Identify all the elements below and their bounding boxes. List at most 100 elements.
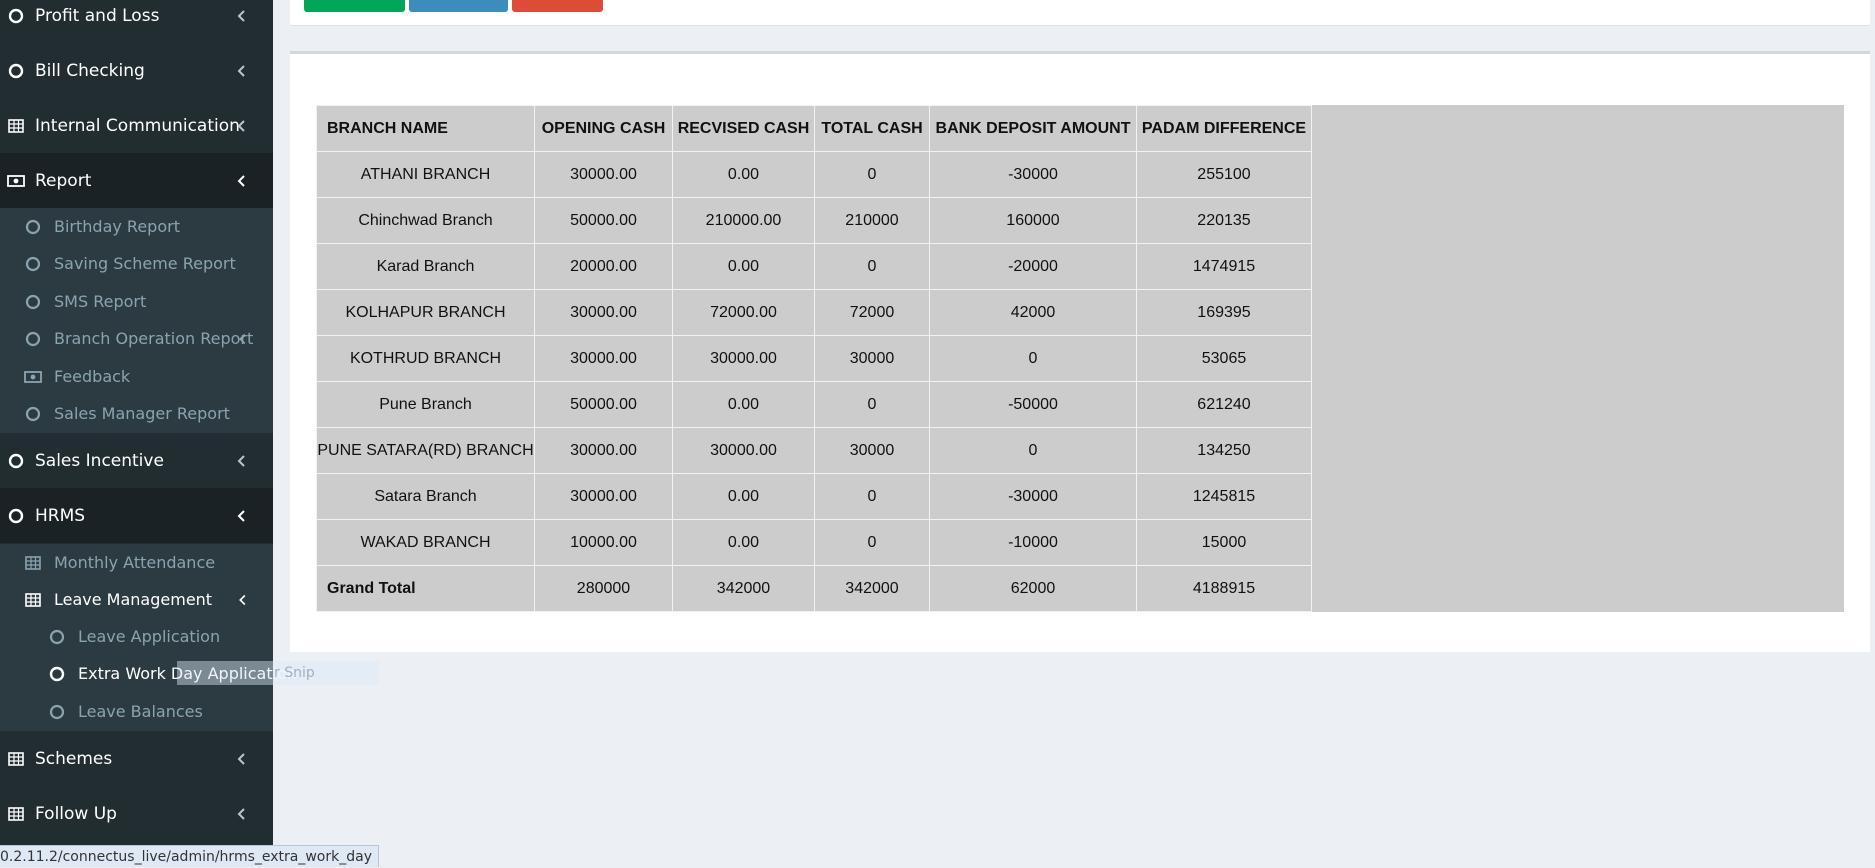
table-cell: 15000 <box>1136 519 1312 566</box>
sidebar-subitem-feedback[interactable]: Feedback <box>0 358 273 395</box>
table-icon <box>25 592 41 607</box>
table-cell: 134250 <box>1136 427 1312 474</box>
chevron-left-icon <box>237 174 245 187</box>
grand-total-row: Grand Total 280000 342000 342000 62000 4… <box>316 565 1312 612</box>
table-cell: 0.00 <box>672 243 815 290</box>
table-row: Satara Branch 30000.00 0.00 0 -30000 124… <box>316 473 1312 520</box>
table-cell: 72000.00 <box>672 289 815 336</box>
chevron-left-icon <box>237 454 245 467</box>
table-cell: 30000 <box>814 427 930 474</box>
chevron-left-icon <box>237 752 245 765</box>
table-row: Chinchwad Branch 50000.00 210000.00 2100… <box>316 197 1312 244</box>
table-cell: Karad Branch <box>316 243 535 290</box>
sidebar-subitem-label: Feedback <box>54 367 131 386</box>
sidebar-item-profit-and-loss[interactable]: Profit and Loss <box>0 0 273 43</box>
sidebar-item-internal-communication[interactable]: Internal Communication <box>0 98 273 153</box>
chevron-left-icon <box>237 119 245 132</box>
snip-tooltip: r Snip <box>177 661 379 685</box>
table-cell: 621240 <box>1136 381 1312 428</box>
table-cell: 0.00 <box>672 381 815 428</box>
table-cell: ATHANI BRANCH <box>316 151 535 198</box>
sidebar-item-label: Internal Communication <box>35 115 240 136</box>
blue-action-button[interactable] <box>409 0 508 12</box>
table-cell: KOLHAPUR BRANCH <box>316 289 535 336</box>
sidebar-subitem-saving-scheme-report[interactable]: Saving Scheme Report <box>0 245 273 282</box>
sidebar-subitem-leave-application[interactable]: Leave Application <box>0 618 273 655</box>
status-bar-url: 0.2.11.2/connectus_live/admin/hrms_extra… <box>0 845 379 867</box>
sidebar-subitem-monthly-attendance[interactable]: Monthly Attendance <box>0 544 273 581</box>
column-header: BRANCH NAME <box>316 105 535 152</box>
green-action-button[interactable] <box>304 0 405 12</box>
table-cell: 30000.00 <box>672 427 815 474</box>
table-cell: -20000 <box>929 243 1137 290</box>
sidebar-subitem-leave-management[interactable]: Leave Management <box>0 581 273 618</box>
table-cell: 169395 <box>1136 289 1312 336</box>
sidebar-subitem-birthday-report[interactable]: Birthday Report <box>0 208 273 245</box>
table-row: KOLHAPUR BRANCH 30000.00 72000.00 72000 … <box>316 289 1312 336</box>
circle-icon <box>8 453 24 468</box>
report-table-wrapper: BRANCH NAME OPENING CASH RECVISED CASH T… <box>316 105 1844 612</box>
circle-icon <box>8 63 24 78</box>
table-icon <box>8 751 24 766</box>
table-cell: 0 <box>929 427 1137 474</box>
report-box: BRANCH NAME OPENING CASH RECVISED CASH T… <box>290 51 1870 652</box>
sidebar-item-bill-checking[interactable]: Bill Checking <box>0 43 273 98</box>
circle-icon <box>49 629 65 644</box>
table-cell: 0 <box>814 381 930 428</box>
table-cell: 0 <box>814 243 930 290</box>
chevron-left-icon <box>239 594 246 605</box>
sidebar-subitem-label: Saving Scheme Report <box>54 254 236 273</box>
sidebar-item-sales-incentive[interactable]: Sales Incentive <box>0 433 273 488</box>
circle-icon <box>25 219 41 234</box>
circle-icon <box>25 256 41 271</box>
sidebar-subitem-branch-operation-report[interactable]: Branch Operation Report <box>0 320 273 357</box>
table-cell: 280000 <box>534 565 673 612</box>
table-row: PUNE SATARA(RD) BRANCH 30000.00 30000.00… <box>316 427 1312 474</box>
table-cell: 10000.00 <box>534 519 673 566</box>
table-cell: 0 <box>929 335 1137 382</box>
table-cell: 42000 <box>929 289 1137 336</box>
red-action-button[interactable] <box>512 0 603 12</box>
table-row: ATHANI BRANCH 30000.00 0.00 0 -30000 255… <box>316 151 1312 198</box>
sidebar-item-report[interactable]: Report <box>0 153 273 208</box>
circle-icon <box>8 508 24 523</box>
table-cell: -10000 <box>929 519 1137 566</box>
circle-icon <box>8 8 24 23</box>
chevron-left-icon <box>239 333 246 344</box>
sidebar-item-follow-up[interactable]: Follow Up <box>0 786 273 841</box>
sidebar-item-hrms[interactable]: HRMS <box>0 488 273 543</box>
table-cell: 30000.00 <box>534 151 673 198</box>
table-cell: 210000.00 <box>672 197 815 244</box>
table-cell: 0 <box>814 151 930 198</box>
table-cell: 1245815 <box>1136 473 1312 520</box>
sidebar-subitem-leave-balances[interactable]: Leave Balances <box>0 693 273 730</box>
table-cell: 210000 <box>814 197 930 244</box>
table-header-row: BRANCH NAME OPENING CASH RECVISED CASH T… <box>316 105 1312 152</box>
chevron-left-icon <box>237 509 245 522</box>
table-cell: 0.00 <box>672 519 815 566</box>
table-cell: -50000 <box>929 381 1137 428</box>
top-actions-box <box>290 0 1870 26</box>
sidebar-subitem-label: Leave Balances <box>78 702 203 721</box>
sidebar: Profit and Loss Bill Checking Internal C… <box>0 0 297 867</box>
table-cell: Pune Branch <box>316 381 535 428</box>
table-cell: Grand Total <box>316 565 535 612</box>
sidebar-item-label: Follow Up <box>35 803 117 824</box>
table-cell: 30000.00 <box>672 335 815 382</box>
sidebar-item-label: HRMS <box>35 505 86 526</box>
sidebar-subitem-label: Leave Management <box>54 590 213 609</box>
table-cell: 50000.00 <box>534 381 673 428</box>
table-cell: 4188915 <box>1136 565 1312 612</box>
sidebar-subitem-sms-report[interactable]: SMS Report <box>0 283 273 320</box>
table-cell: 342000 <box>672 565 815 612</box>
sidebar-item-schemes[interactable]: Schemes <box>0 731 273 786</box>
sidebar-subitem-sales-manager-report[interactable]: Sales Manager Report <box>0 395 273 432</box>
table-cell: WAKAD BRANCH <box>316 519 535 566</box>
table-cell: 255100 <box>1136 151 1312 198</box>
table-cell: 30000.00 <box>534 335 673 382</box>
column-header: OPENING CASH <box>534 105 673 152</box>
table-cell: 1474915 <box>1136 243 1312 290</box>
table-row: Karad Branch 20000.00 0.00 0 -20000 1474… <box>316 243 1312 290</box>
table-cell: 30000.00 <box>534 473 673 520</box>
circle-icon <box>49 704 65 719</box>
